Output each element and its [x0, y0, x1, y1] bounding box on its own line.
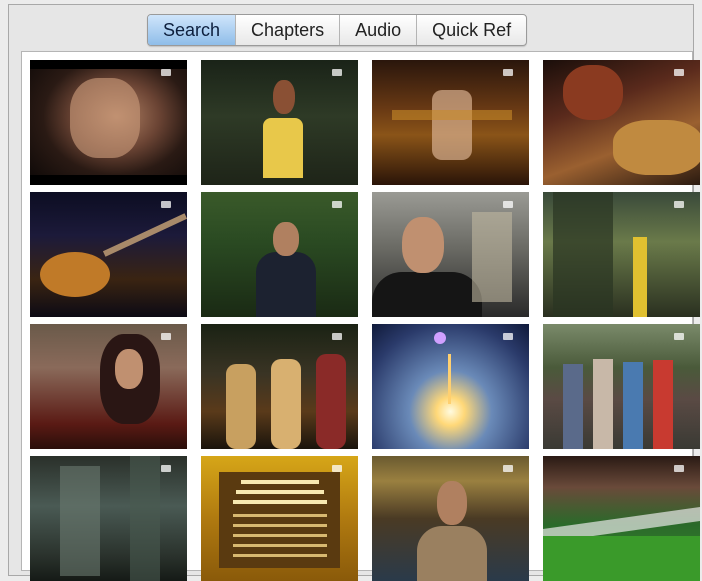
thumbnail-badge-icon	[503, 201, 513, 208]
thumbnail-14[interactable]	[201, 456, 358, 581]
thumbnail-9[interactable]	[30, 324, 187, 449]
tab-chapters[interactable]: Chapters	[236, 15, 341, 45]
search-panel-window: Search Chapters Audio Quick Ref	[8, 4, 700, 581]
thumbnail-13[interactable]	[30, 456, 187, 581]
thumbnail-badge-icon	[332, 333, 342, 340]
thumbnail-badge-icon	[332, 69, 342, 76]
tab-search[interactable]: Search	[148, 15, 237, 45]
thumbnail-6[interactable]	[201, 192, 358, 317]
thumbnail-10[interactable]	[201, 324, 358, 449]
tab-quick-ref[interactable]: Quick Ref	[417, 15, 526, 45]
thumbnail-grid	[30, 60, 700, 581]
thumbnail-badge-icon	[674, 69, 684, 76]
thumbnail-2[interactable]	[201, 60, 358, 185]
tab-audio[interactable]: Audio	[340, 15, 418, 45]
thumbnail-badge-icon	[161, 201, 171, 208]
thumbnail-badge-icon	[161, 69, 171, 76]
segmented-tab-control: Search Chapters Audio Quick Ref	[147, 14, 528, 46]
thumbnail-3[interactable]	[372, 60, 529, 185]
thumbnail-16[interactable]	[543, 456, 700, 581]
thumbnail-badge-icon	[161, 465, 171, 472]
thumbnail-badge-icon	[161, 333, 171, 340]
thumbnail-badge-icon	[503, 333, 513, 340]
thumbnail-7[interactable]	[372, 192, 529, 317]
thumbnail-15[interactable]	[372, 456, 529, 581]
thumbnail-12[interactable]	[543, 324, 700, 449]
thumbnail-1[interactable]	[30, 60, 187, 185]
thumbnail-badge-icon	[503, 465, 513, 472]
thumbnail-8[interactable]	[543, 192, 700, 317]
thumbnail-badge-icon	[674, 333, 684, 340]
thumbnail-badge-icon	[332, 465, 342, 472]
thumbnail-5[interactable]	[30, 192, 187, 317]
thumbnail-badge-icon	[674, 201, 684, 208]
thumbnail-badge-icon	[332, 201, 342, 208]
thumbnail-badge-icon	[503, 69, 513, 76]
thumbnail-badge-icon	[674, 465, 684, 472]
thumbnail-4[interactable]	[543, 60, 700, 185]
thumbnail-grid-frame	[21, 51, 700, 581]
thumbnail-11[interactable]	[372, 324, 529, 449]
